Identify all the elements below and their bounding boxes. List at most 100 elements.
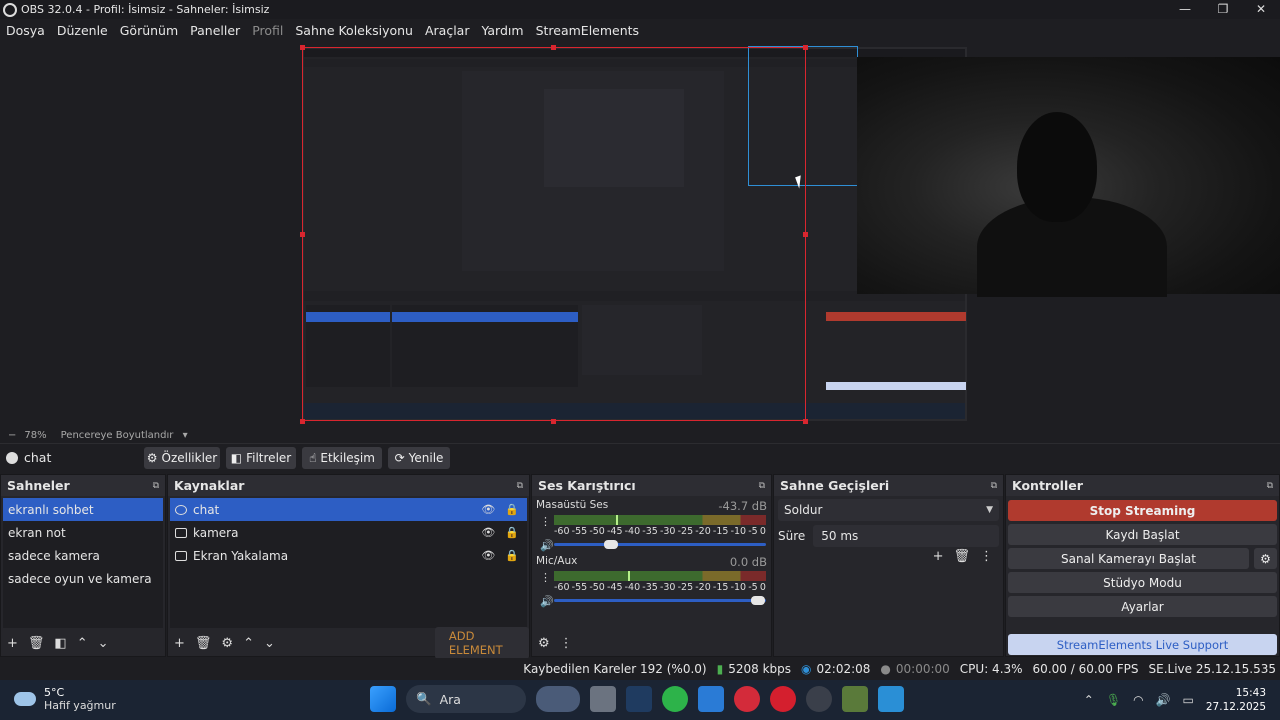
lock-icon[interactable]: 🔒 [505,503,519,516]
more-icon[interactable]: ⋮ [540,515,551,528]
start-virtual-camera-button[interactable]: Sanal Kamerayı Başlat [1008,548,1249,569]
more-icon[interactable]: ⋮ [980,549,993,564]
undock-icon[interactable]: ⧉ [759,481,765,491]
maximize-icon[interactable]: ❐ [1204,0,1242,19]
task-view-icon[interactable] [590,686,616,712]
trash-icon[interactable]: 🗑 [28,636,45,651]
resize-handle[interactable] [803,232,808,237]
more-icon[interactable]: ⋮ [560,636,573,651]
refresh-button[interactable]: ⟳ Yenile [388,447,450,469]
eye-icon[interactable]: 👁 [481,526,495,539]
close-icon[interactable]: ✕ [1242,0,1280,19]
wifi-icon[interactable]: ◠ [1133,693,1143,707]
battery-icon[interactable]: ▭ [1183,693,1194,707]
studio-mode-button[interactable]: Stüdyo Modu [1008,572,1277,593]
add-icon[interactable]: + [933,549,944,564]
se-live-support-button[interactable]: StreamElements Live Support [1008,634,1277,655]
gear-icon[interactable]: ⚙ [221,636,233,651]
source-bounds-chat[interactable] [302,47,806,421]
volume-slider[interactable] [554,596,766,605]
gear-icon[interactable]: ⚙ [538,636,550,651]
menu-streamelements[interactable]: StreamElements [530,23,646,38]
menu-edit[interactable]: Düzenle [51,23,114,38]
resize-handle[interactable] [551,45,556,50]
interact-button[interactable]: ☝ Etkileşim [302,447,382,469]
search-highlight-icon[interactable] [536,686,580,712]
trash-icon[interactable]: 🗑 [953,549,970,564]
arrow-down-icon[interactable]: ⌄ [98,636,109,651]
stop-streaming-button[interactable]: Stop Streaming [1008,500,1277,521]
scene-item[interactable]: sadece kamera [3,544,163,567]
source-item[interactable]: chat 👁 🔒 [170,498,527,521]
filters-button[interactable]: ◧ Filtreler [226,447,296,469]
properties-button[interactable]: ⚙ Özellikler [144,447,220,469]
obs-icon[interactable] [806,686,832,712]
undock-icon[interactable]: ⧉ [991,481,997,491]
slider-knob[interactable] [604,540,619,549]
photos-icon[interactable] [878,686,904,712]
zoom-mode-select[interactable]: Pencereye Boyutlandır ▾ [61,430,188,441]
resize-handle[interactable] [300,232,305,237]
chevron-up-icon[interactable]: ⌃ [1084,693,1094,707]
weather-widget[interactable]: 5°C Hafif yağmur [14,686,116,712]
add-element-button[interactable]: ADD ELEMENT [434,627,529,659]
resize-handle[interactable] [803,419,808,424]
zoom-minus-icon[interactable]: − [8,430,16,441]
undock-icon[interactable]: ⧉ [1267,481,1273,491]
scene-item[interactable]: sadece oyun ve kamera [3,567,163,590]
preview-area[interactable] [0,41,1280,428]
slider-knob[interactable] [750,596,765,605]
scale-tick: 0 [759,582,766,593]
arrow-up-icon[interactable]: ⌃ [243,636,254,651]
resize-handle[interactable] [300,419,305,424]
more-icon[interactable]: ⋮ [540,571,551,584]
volume-icon[interactable]: 🔊 [1156,693,1171,707]
menu-help[interactable]: Yardım [475,23,529,38]
speaker-icon[interactable]: 🔊 [540,595,554,608]
arrow-up-icon[interactable]: ⌃ [77,636,88,651]
undock-icon[interactable]: ⧉ [517,481,523,491]
lock-icon[interactable]: 🔒 [505,526,519,539]
undock-icon[interactable]: ⧉ [153,481,159,491]
trash-icon[interactable]: 🗑 [195,636,212,651]
scene-item[interactable]: ekranlı sohbet [3,498,163,521]
add-icon[interactable]: + [7,636,18,651]
settings-button[interactable]: Ayarlar [1008,596,1277,617]
taskbar-clock[interactable]: 15:43 27.12.2025 [1206,686,1266,714]
menu-tools[interactable]: Araçlar [419,23,476,38]
source-item[interactable]: kamera 👁 🔒 [170,521,527,544]
menu-file[interactable]: Dosya [0,23,51,38]
transition-select[interactable]: Soldur ▼ [778,499,999,521]
minimize-icon[interactable]: — [1166,0,1204,19]
taskbar-search[interactable]: 🔍 Ara [406,685,526,713]
steam-icon[interactable] [626,686,652,712]
menu-docks[interactable]: Paneller [184,23,246,38]
resize-handle[interactable] [803,45,808,50]
webcam-feed[interactable] [857,57,1280,297]
xbox-icon[interactable] [662,686,688,712]
resize-handle[interactable] [551,419,556,424]
volume-slider[interactable] [554,540,766,549]
resize-handle[interactable] [300,45,305,50]
scene-item[interactable]: ekran not [3,521,163,544]
outlook-icon[interactable] [698,686,724,712]
menu-scene-collection[interactable]: Sahne Koleksiyonu [289,23,419,38]
source-item[interactable]: Ekran Yakalama 👁 🔒 [170,544,527,567]
eye-icon[interactable]: 👁 [481,549,495,562]
menu-view[interactable]: Görünüm [114,23,184,38]
start-recording-button[interactable]: Kaydı Başlat [1008,524,1277,545]
duration-input[interactable]: 50 ms [813,525,999,547]
menu-profile[interactable]: Profil [246,23,289,38]
arrow-down-icon[interactable]: ⌄ [264,636,275,651]
speaker-icon[interactable]: 🔊 [540,539,554,552]
windows-start-icon[interactable] [370,686,396,712]
add-icon[interactable]: + [174,636,185,651]
pinterest-icon[interactable] [734,686,760,712]
eye-icon[interactable]: 👁 [481,503,495,516]
filter-icon[interactable]: ◧ [54,636,66,651]
microphone-icon[interactable]: 🎙 [1106,693,1121,707]
lock-icon[interactable]: 🔒 [505,549,519,562]
opera-gx-icon[interactable] [770,686,796,712]
virtual-camera-settings-button[interactable]: ⚙ [1254,548,1277,569]
minecraft-icon[interactable] [842,686,868,712]
